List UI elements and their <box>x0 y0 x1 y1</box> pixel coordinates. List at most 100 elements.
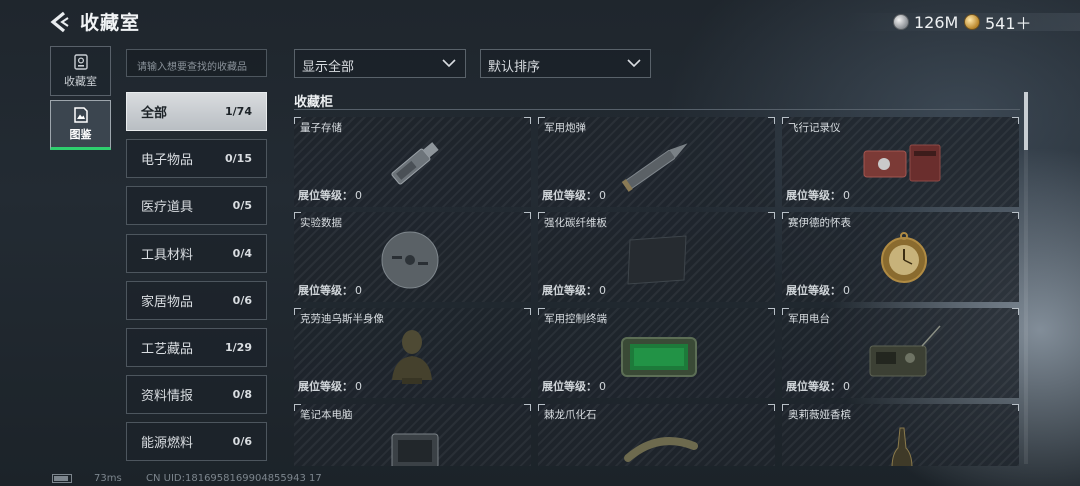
display-filter-value: 显示全部 <box>302 60 355 75</box>
level-label: 展位等级： <box>298 284 353 297</box>
top-bar: 收藏室 126M 541＋ <box>0 0 1080 44</box>
level-label: 展位等级： <box>298 380 353 393</box>
category-count: 1/29 <box>225 341 252 354</box>
collection-card[interactable]: 实验数据 展位等级： 0 <box>294 212 531 302</box>
category-tools[interactable]: 工具材料 0/4 <box>126 234 267 273</box>
control-terminal-icon <box>621 337 697 377</box>
sort-dropdown[interactable]: 默认排序 <box>480 49 651 78</box>
item-name: 军用电台 <box>788 313 830 325</box>
silver-coin-icon <box>893 14 909 30</box>
item-level: 展位等级： 0 <box>786 282 850 298</box>
codex-image-icon <box>73 106 88 123</box>
item-level: 展位等级： 0 <box>542 378 606 394</box>
data-disc-icon <box>381 231 439 289</box>
level-value: 0 <box>355 380 362 393</box>
category-crafts[interactable]: 工艺藏品 1/29 <box>126 328 267 367</box>
collection-card[interactable]: 军用控制终端 展位等级： 0 <box>538 308 775 398</box>
scrollbar-thumb[interactable] <box>1024 92 1028 150</box>
collection-card[interactable]: 强化碳纤维板 展位等级： 0 <box>538 212 775 302</box>
item-name: 军用控制终端 <box>544 313 607 325</box>
tab-codex-label: 图鉴 <box>69 127 92 141</box>
chevron-down-icon <box>442 59 456 68</box>
item-name: 强化碳纤维板 <box>544 217 607 229</box>
category-name: 能源燃料 <box>141 436 194 451</box>
collection-card[interactable]: 奥莉薇娅香槟 <box>782 404 1019 466</box>
collection-card[interactable]: 军用炮弹 展位等级： 0 <box>538 117 775 207</box>
collection-card[interactable]: 飞行记录仪 展位等级： 0 <box>782 117 1019 207</box>
level-label: 展位等级： <box>298 189 353 202</box>
level-label: 展位等级： <box>542 380 597 393</box>
level-value: 0 <box>599 380 606 393</box>
currency-silver[interactable]: 126M <box>893 11 958 33</box>
level-value: 0 <box>843 284 850 297</box>
collection-card[interactable]: 克劳迪乌斯半身像 展位等级： 0 <box>294 308 531 398</box>
tab-codex[interactable]: 图鉴 <box>50 100 111 150</box>
page-title: 收藏室 <box>80 12 141 34</box>
level-label: 展位等级： <box>786 189 841 202</box>
item-level: 展位等级： 0 <box>298 378 362 394</box>
collection-card[interactable]: 笔记本电脑 <box>294 404 531 466</box>
category-medical[interactable]: 医疗道具 0/5 <box>126 186 267 225</box>
category-count: 0/8 <box>232 388 252 401</box>
battery-icon <box>52 474 72 483</box>
artillery-shell-icon <box>621 143 688 192</box>
user-uid: CN UID:1816958169904855943 17 <box>146 473 322 484</box>
category-electronics[interactable]: 电子物品 0/15 <box>126 139 267 178</box>
level-value: 0 <box>599 284 606 297</box>
item-level: 展位等级： 0 <box>542 187 606 203</box>
sort-value: 默认排序 <box>488 60 541 75</box>
collection-box-icon <box>73 53 88 70</box>
flight-recorder-icon <box>863 144 941 182</box>
category-name: 电子物品 <box>141 153 194 168</box>
category-energy[interactable]: 能源燃料 0/6 <box>126 422 267 461</box>
ping-latency: 73ms <box>94 473 122 484</box>
item-level: 展位等级： 0 <box>298 282 362 298</box>
carbon-fiber-plate-icon <box>627 235 687 285</box>
category-count: 0/5 <box>232 199 252 212</box>
category-name: 医疗道具 <box>141 200 194 215</box>
category-name: 全部 <box>141 106 168 121</box>
bust-statue-icon <box>392 330 432 384</box>
pocket-watch-icon <box>881 232 927 283</box>
tab-collection-room[interactable]: 收藏室 <box>50 46 111 96</box>
level-value: 0 <box>355 189 362 202</box>
display-filter-dropdown[interactable]: 显示全部 <box>294 49 466 78</box>
item-name: 笔记本电脑 <box>300 409 353 421</box>
item-name: 实验数据 <box>300 217 342 229</box>
item-name: 奥莉薇娅香槟 <box>788 409 851 421</box>
category-name: 工艺藏品 <box>141 342 194 357</box>
collection-card[interactable]: 赛伊德的怀表 展位等级： 0 <box>782 212 1019 302</box>
category-all[interactable]: 全部 1/74 <box>126 92 267 131</box>
level-label: 展位等级： <box>786 284 841 297</box>
level-label: 展位等级： <box>542 284 597 297</box>
item-name: 棘龙爪化石 <box>544 409 597 421</box>
collection-card[interactable]: 棘龙爪化石 <box>538 404 775 466</box>
level-value: 0 <box>355 284 362 297</box>
item-name: 飞行记录仪 <box>788 122 841 134</box>
level-value: 0 <box>843 380 850 393</box>
gold-amount: 541＋ <box>985 14 1032 33</box>
item-name: 量子存储 <box>300 122 342 134</box>
currency-gold[interactable]: 541＋ <box>964 11 1032 33</box>
category-name: 工具材料 <box>141 248 194 263</box>
item-level: 展位等级： 0 <box>298 187 362 203</box>
level-label: 展位等级： <box>542 189 597 202</box>
category-name: 家居物品 <box>141 295 194 310</box>
collection-card[interactable]: 军用电台 展位等级： 0 <box>782 308 1019 398</box>
section-divider <box>294 109 1020 110</box>
chevron-down-icon <box>627 59 641 68</box>
search-input[interactable]: 请输入想要查找的收藏品 <box>126 49 267 77</box>
category-household[interactable]: 家居物品 0/6 <box>126 281 267 320</box>
tab-collection-room-label: 收藏室 <box>64 74 97 88</box>
category-name: 资料情报 <box>141 389 194 404</box>
collection-card[interactable]: 量子存储 展位等级： 0 <box>294 117 531 207</box>
category-count: 1/74 <box>225 105 252 118</box>
back-arrow-icon[interactable] <box>48 10 72 34</box>
level-label: 展位等级： <box>786 380 841 393</box>
category-count: 0/6 <box>232 294 252 307</box>
category-count: 0/15 <box>225 152 252 165</box>
category-intel[interactable]: 资料情报 0/8 <box>126 375 267 414</box>
item-level: 展位等级： 0 <box>786 187 850 203</box>
category-count: 0/4 <box>232 247 252 260</box>
champagne-bottle-icon <box>891 427 913 466</box>
